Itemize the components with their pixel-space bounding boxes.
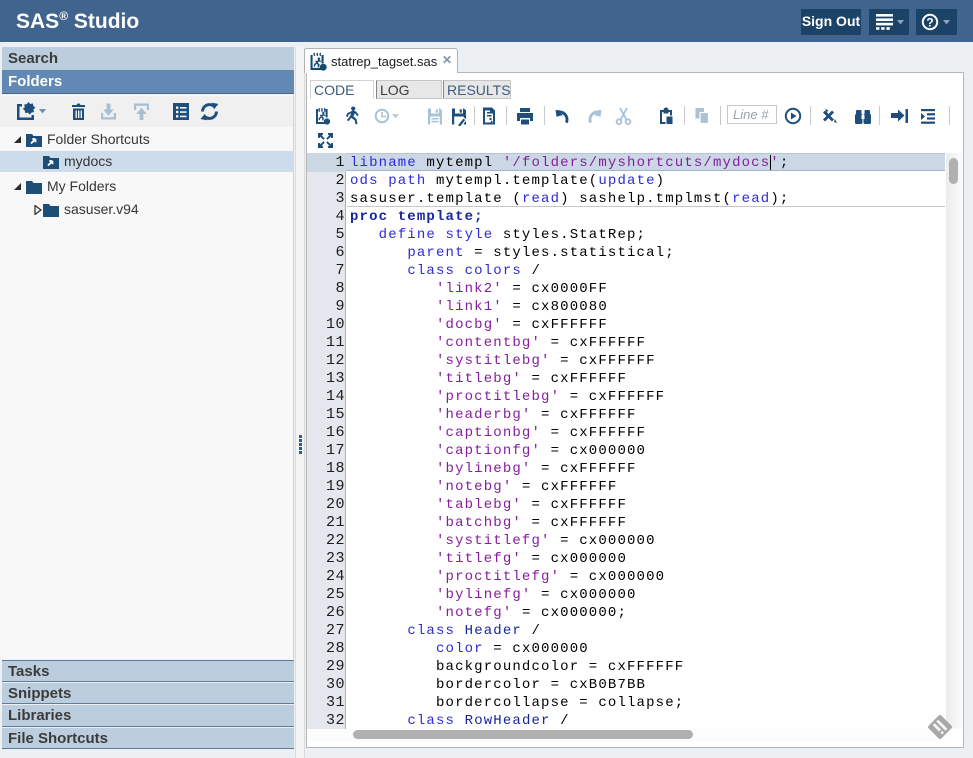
svg-text:?: ? (926, 16, 933, 30)
